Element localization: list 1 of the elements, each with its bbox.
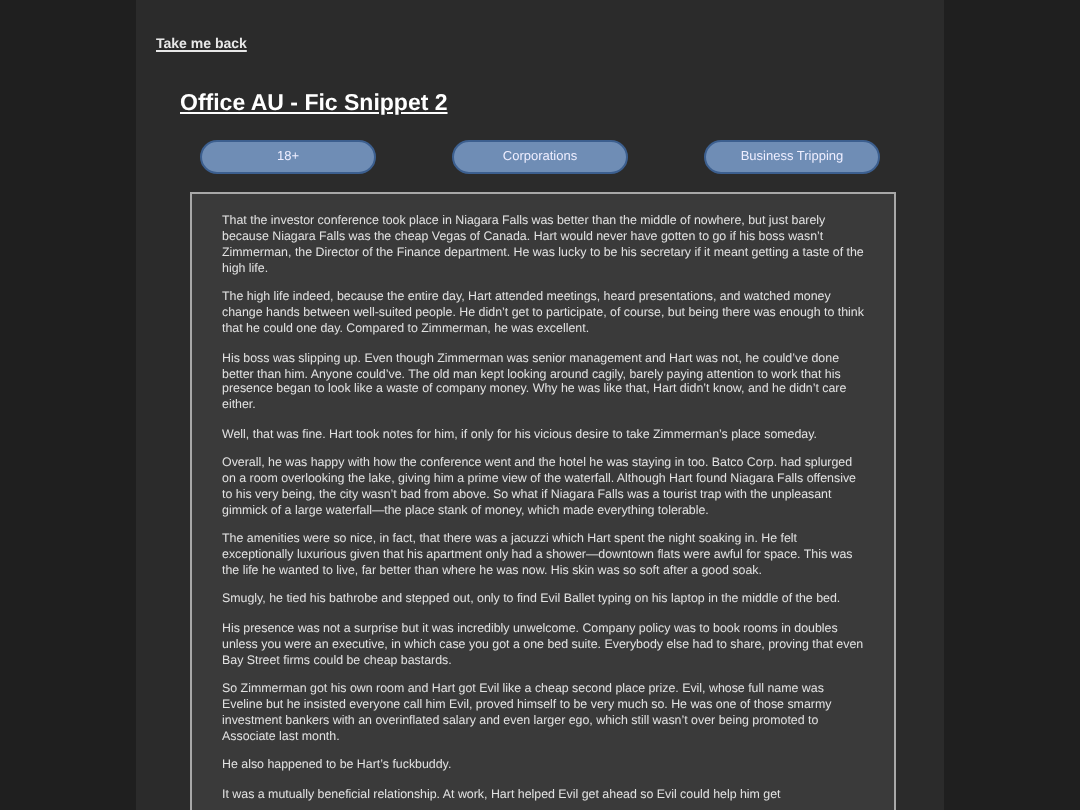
page-title: Office AU - Fic Snippet 2 [180, 90, 450, 120]
